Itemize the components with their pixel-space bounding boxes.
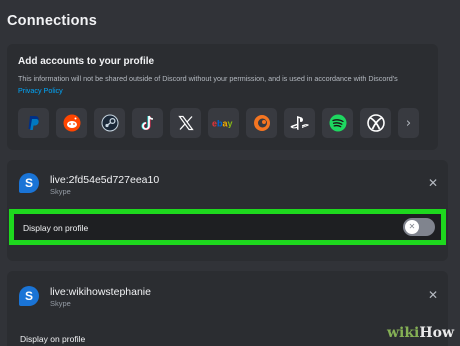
spotify-icon[interactable] xyxy=(322,108,353,138)
ebay-icon[interactable]: ebay xyxy=(208,108,239,138)
chevron-right-icon[interactable]: › xyxy=(398,108,419,138)
crunchyroll-icon[interactable] xyxy=(246,108,277,138)
add-accounts-description: This information will not be shared outs… xyxy=(18,73,434,97)
display-on-profile-toggle[interactable]: ✕ xyxy=(403,218,435,236)
x-icon[interactable] xyxy=(170,108,201,138)
close-icon[interactable]: ✕ xyxy=(428,288,438,302)
skype-icon: S xyxy=(19,173,39,193)
toggle-off-icon: ✕ xyxy=(405,220,419,234)
display-on-profile-label: Display on profile xyxy=(20,334,86,344)
add-accounts-card: Add accounts to your profile This inform… xyxy=(7,44,438,150)
xbox-icon[interactable] xyxy=(360,108,391,138)
watermark-how: How xyxy=(419,325,454,341)
page-title: Connections xyxy=(7,13,98,29)
display-on-profile-label: Display on profile xyxy=(23,223,89,233)
reddit-icon[interactable] xyxy=(56,108,87,138)
svg-text:ebay: ebay xyxy=(212,119,233,129)
tiktok-icon[interactable] xyxy=(132,108,163,138)
account-name: live:2fd54e5d727eea10 xyxy=(50,174,160,186)
account-card: S live:wikihowstephanie Skype ✕ Display … xyxy=(7,271,448,346)
service-list: ebay › xyxy=(18,108,419,138)
account-service: Skype xyxy=(50,187,71,196)
skype-icon: S xyxy=(19,286,39,306)
paypal-icon[interactable] xyxy=(18,108,49,138)
privacy-policy-link[interactable]: Privacy Policy xyxy=(18,86,63,95)
steam-icon[interactable] xyxy=(94,108,125,138)
close-icon[interactable]: ✕ xyxy=(428,176,438,190)
account-name: live:wikihowstephanie xyxy=(50,286,151,298)
account-service: Skype xyxy=(50,299,71,308)
display-on-profile-row: Display on profile ✕ xyxy=(9,209,446,245)
add-accounts-title: Add accounts to your profile xyxy=(18,56,155,67)
wikihow-watermark: wikiHow xyxy=(387,325,454,341)
account-card: S live:2fd54e5d727eea10 Skype ✕ Display … xyxy=(7,160,448,261)
playstation-icon[interactable] xyxy=(284,108,315,138)
description-text: This information will not be shared outs… xyxy=(18,74,398,83)
watermark-wiki: wiki xyxy=(386,325,420,341)
